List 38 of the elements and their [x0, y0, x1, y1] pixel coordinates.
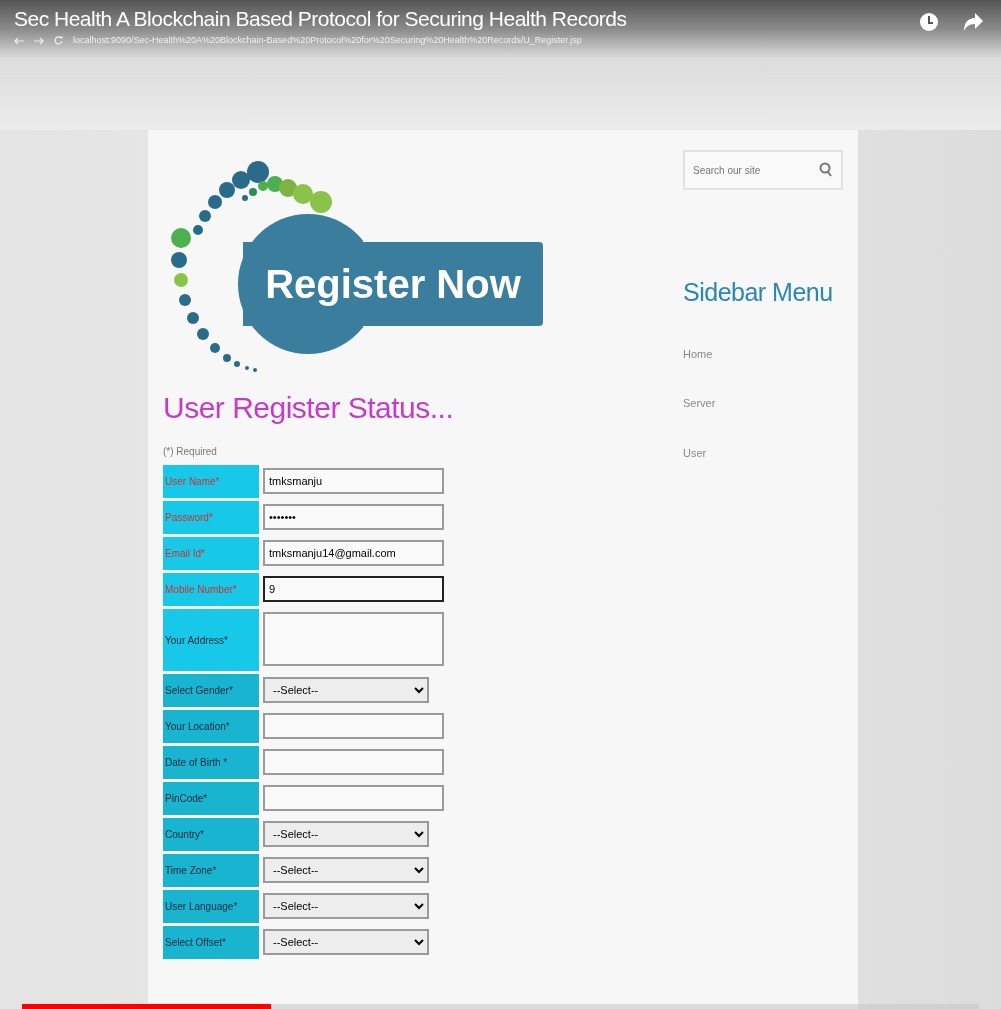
- field-label: Password*: [163, 501, 259, 534]
- field-label: User Language*: [163, 890, 259, 923]
- input-field[interactable]: 9: [263, 576, 444, 602]
- dropdown[interactable]: --Select--: [263, 929, 429, 955]
- register-now-banner: Register Now: [243, 242, 543, 326]
- field-label: Mobile Number*: [163, 573, 259, 606]
- field-label: User Name*: [163, 465, 259, 498]
- search-field[interactable]: Search our site: [683, 150, 843, 190]
- field-label: Select Gender*: [163, 674, 259, 707]
- video-progress-bar[interactable]: [22, 1004, 979, 1009]
- input-field[interactable]: tmksmanju: [263, 468, 444, 494]
- search-icon[interactable]: [819, 162, 833, 178]
- back-icon[interactable]: [14, 36, 24, 45]
- dropdown[interactable]: --Select--: [263, 677, 429, 703]
- field-label: Country*: [163, 818, 259, 851]
- reload-icon[interactable]: [54, 36, 63, 46]
- textarea-field[interactable]: [263, 612, 444, 666]
- field-label: Date of Birth *: [163, 746, 259, 779]
- field-label: Your Address*: [163, 609, 259, 671]
- dropdown[interactable]: --Select--: [263, 821, 429, 847]
- video-title: Sec Health A Blockchain Based Protocol for Securing Health Records: [14, 6, 627, 32]
- field-label: Time Zone*: [163, 854, 259, 887]
- forward-icon[interactable]: [34, 36, 44, 45]
- field-label: Your Location*: [163, 710, 259, 743]
- input-field[interactable]: [263, 749, 444, 775]
- field-label: PinCode*: [163, 782, 259, 815]
- dropdown[interactable]: --Select--: [263, 857, 429, 883]
- password-field[interactable]: •••••••: [263, 504, 444, 530]
- page-heading: User Register Status...: [163, 390, 455, 426]
- input-field[interactable]: [263, 713, 444, 739]
- field-label: Select Offset*: [163, 926, 259, 959]
- field-label: Email Id*: [163, 537, 259, 570]
- dropdown[interactable]: --Select--: [263, 893, 429, 919]
- required-note: (*) Required: [163, 445, 218, 459]
- clock-icon[interactable]: [919, 10, 939, 34]
- input-field[interactable]: tmksmanju14@gmail.com: [263, 540, 444, 566]
- sidebar-title: Sidebar Menu: [683, 277, 834, 308]
- input-field[interactable]: [263, 785, 444, 811]
